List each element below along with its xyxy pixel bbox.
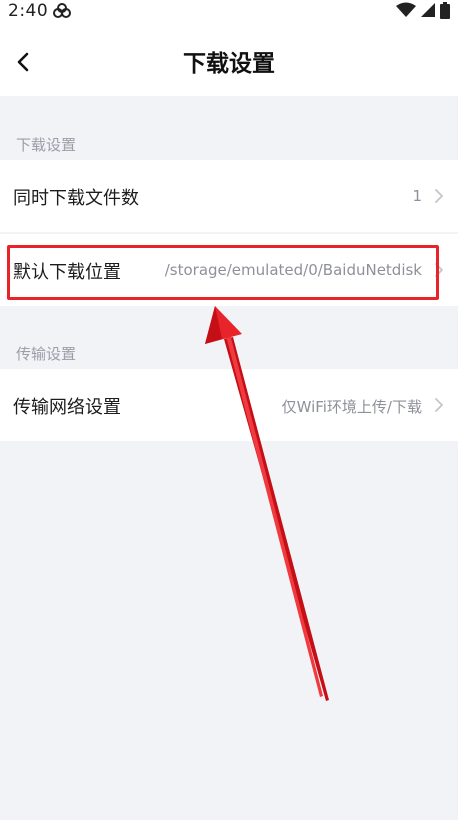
row-value: 仅WiFi环境上传/下载 (281, 398, 422, 416)
chevron-right-icon (435, 189, 443, 203)
cellular-signal-icon (420, 2, 436, 22)
section-label-download: 下载设置 (16, 136, 77, 154)
status-bar: 2:40 (0, 0, 458, 24)
row-concurrent-downloads[interactable]: 同时下载文件数 1 (0, 160, 458, 232)
cloud-logo-icon (52, 3, 72, 19)
battery-icon (440, 1, 450, 23)
status-icons (396, 1, 450, 23)
row-transfer-network[interactable]: 传输网络设置 仅WiFi环境上传/下载 (0, 369, 458, 441)
section-label-transfer: 传输设置 (16, 345, 77, 363)
row-value: 1 (412, 187, 422, 205)
row-label: 传输网络设置 (13, 397, 121, 418)
header-bar: 下载设置 (0, 24, 458, 96)
highlight-box (7, 245, 439, 300)
chevron-right-icon (435, 398, 443, 412)
row-label: 同时下载文件数 (13, 188, 139, 209)
wifi-icon (396, 2, 416, 22)
page-title: 下载设置 (183, 51, 275, 77)
status-time: 2:40 (8, 1, 49, 21)
